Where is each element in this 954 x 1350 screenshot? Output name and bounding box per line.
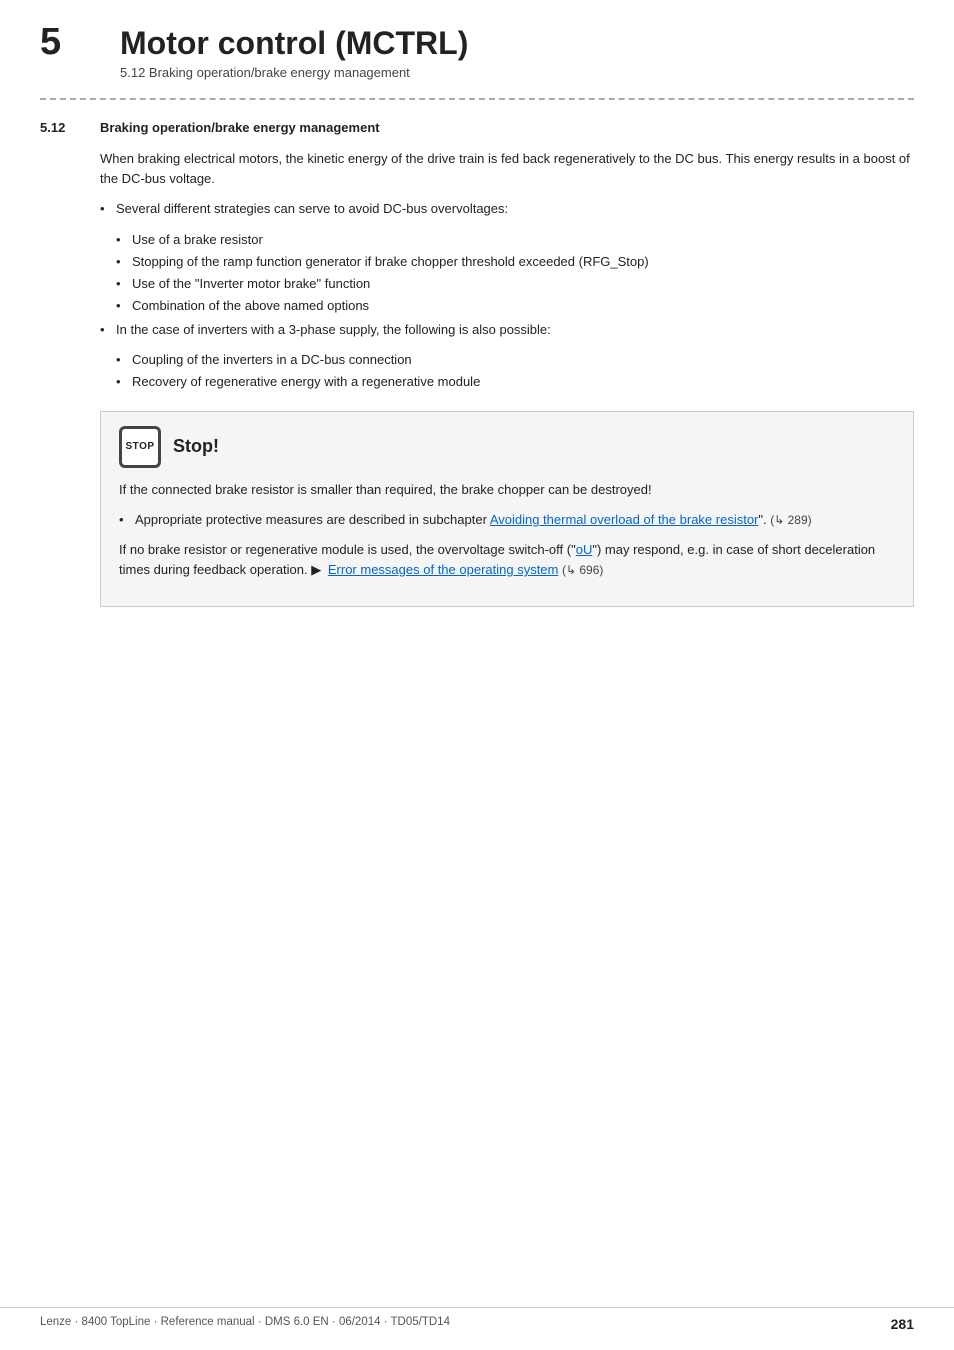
stop-icon-text: STOP: [125, 441, 154, 452]
section-heading: 5.12 Braking operation/brake energy mana…: [40, 120, 914, 135]
page-number: 281: [891, 1316, 914, 1332]
arrow-icon: ▶: [311, 560, 321, 580]
chapter-subtitle: 5.12 Braking operation/brake energy mana…: [120, 65, 468, 80]
stop-paragraph-1: If the connected brake resistor is small…: [119, 480, 895, 500]
bullet-group-2: In the case of inverters with a 3-phase …: [100, 320, 914, 340]
stop-icon: STOP: [119, 426, 161, 468]
bullet-item-3phase: In the case of inverters with a 3-phase …: [100, 320, 914, 340]
bullet-item-strategies: Several different strategies can serve t…: [100, 199, 914, 219]
page-header: 5 Motor control (MCTRL) 5.12 Braking ope…: [0, 0, 954, 80]
sub-bullet-ramp-stop: Stopping of the ramp function generator …: [116, 252, 914, 272]
para2-prefix: If no brake resistor or regenerative mod…: [119, 542, 576, 557]
stop-bullet-suffix: ".: [758, 512, 766, 527]
chapter-title-block: Motor control (MCTRL) 5.12 Braking opera…: [120, 22, 468, 80]
stop-box: STOP Stop! If the connected brake resist…: [100, 411, 914, 608]
footer-left: Lenze · 8400 TopLine · Reference manual …: [40, 1316, 450, 1332]
bullet-group-1: Several different strategies can serve t…: [100, 199, 914, 219]
main-content: 5.12 Braking operation/brake energy mana…: [0, 120, 954, 647]
sub-bullet-inverter-brake: Use of the "Inverter motor brake" functi…: [116, 274, 914, 294]
section-title: Braking operation/brake energy managemen…: [100, 120, 380, 135]
chapter-title: Motor control (MCTRL): [120, 26, 468, 61]
stop-paragraph-2: If no brake resistor or regenerative mod…: [119, 540, 895, 580]
stop-bullet-prefix: Appropriate protective measures are desc…: [135, 512, 490, 527]
page-footer: Lenze · 8400 TopLine · Reference manual …: [0, 1307, 954, 1332]
sub-bullet-combination: Combination of the above named options: [116, 296, 914, 316]
sub-bullet-dc-bus: Coupling of the inverters in a DC-bus co…: [116, 350, 914, 370]
avoiding-thermal-link[interactable]: Avoiding thermal overload of the brake r…: [490, 512, 759, 527]
sub-bullet-brake-resistor: Use of a brake resistor: [116, 230, 914, 250]
error-messages-link[interactable]: Error messages of the operating system: [328, 562, 559, 577]
sub-bullet-group-1: Use of a brake resistor Stopping of the …: [116, 230, 914, 317]
sub-bullet-group-2: Coupling of the inverters in a DC-bus co…: [116, 350, 914, 392]
stop-header: STOP Stop!: [119, 426, 895, 468]
stop-title: Stop!: [173, 436, 219, 457]
stop-bullet-list: Appropriate protective measures are desc…: [119, 510, 895, 530]
stop-bullet-ref: (↳ 289): [770, 513, 811, 527]
sub-bullet-regenerative: Recovery of regenerative energy with a r…: [116, 372, 914, 392]
stop-bullet-protective: Appropriate protective measures are desc…: [119, 510, 895, 530]
chapter-number: 5: [40, 22, 120, 64]
page-container: 5 Motor control (MCTRL) 5.12 Braking ope…: [0, 0, 954, 1350]
section-divider: [40, 98, 914, 100]
section-number: 5.12: [40, 120, 100, 135]
ou-link[interactable]: oU: [576, 542, 593, 557]
para2-ref: (↳ 696): [562, 563, 603, 577]
intro-paragraph: When braking electrical motors, the kine…: [100, 149, 914, 189]
